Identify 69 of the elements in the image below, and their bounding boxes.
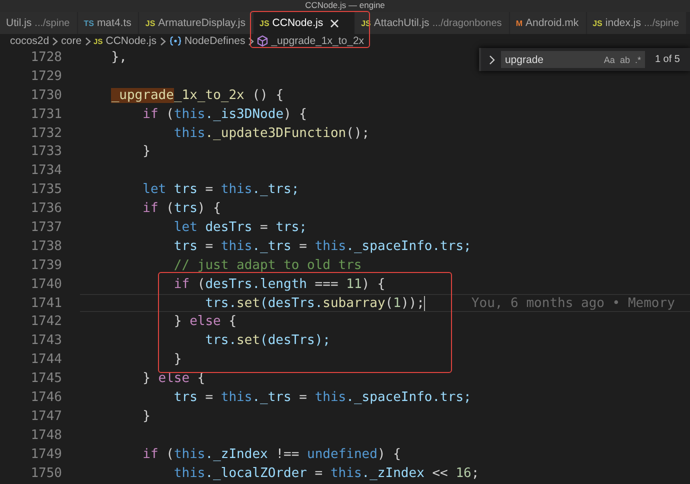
search-option-toggle[interactable]: ab [620, 54, 630, 64]
chevron-right-icon [160, 36, 166, 46]
code-line: } [172, 352, 182, 368]
line-number: 1740 [30, 276, 62, 292]
line-number: 1745 [30, 371, 62, 386]
code-line: _upgrade_1x_to_2x () { [110, 88, 284, 103]
line-number: 1737 [30, 220, 62, 235]
code-line: this._localZOrder = this._zIndex << 16; [172, 466, 480, 481]
editor-tab[interactable]: JS ArmatureDisplay.js [139, 12, 254, 34]
line-number: 1729 [30, 68, 62, 84]
code-line: if (this._zIndex !== undefined) { [142, 446, 401, 462]
line-number: 1730 [30, 88, 62, 103]
line-number: 1738 [30, 238, 62, 254]
line-number: 1750 [30, 466, 62, 481]
editor-tab[interactable]: Util.js .../spine [0, 12, 78, 34]
editor-tab[interactable]: JS CCNode.js [254, 12, 356, 34]
line-number: 1746 [30, 390, 62, 405]
chevron-right-icon [52, 36, 58, 46]
breadcrumb-item[interactable]: cocos2d [10, 35, 50, 47]
code-line: } [142, 408, 150, 424]
line-number: 1736 [30, 201, 62, 216]
chevron-right-icon [248, 36, 254, 46]
search-option-toggle[interactable]: .* [634, 54, 641, 64]
editor-tab[interactable]: TS mat4.ts [78, 12, 140, 34]
code-line: this._update3DFunction(); [172, 126, 370, 140]
code-line: trs = this._trs = this._spaceInfo.trs; [172, 238, 472, 254]
code-line: } [142, 144, 150, 160]
editor-tab[interactable]: M Android.mk [510, 12, 587, 34]
line-number: 1734 [30, 163, 62, 178]
cube-icon [257, 35, 268, 47]
line-number: 1732 [30, 126, 62, 140]
line-number: 1744 [30, 352, 62, 368]
blame-annotation: You, 6 months ago • Memory [471, 296, 675, 311]
code-line: } else { [172, 314, 237, 330]
line-number: 1733 [30, 144, 62, 160]
chevron-right-icon [84, 36, 91, 46]
text-cursor [424, 296, 426, 311]
breadcrumb-item[interactable]: NodeDefines [184, 35, 246, 47]
code-line: }, [110, 50, 127, 65]
code-line: // just adapt to old trs [172, 258, 362, 273]
search-option-toggle[interactable]: Aa [604, 54, 615, 64]
code-line: trs.set(desTrs.subarray(1)); [204, 296, 424, 311]
line-number: 1741 [30, 296, 62, 311]
code-line: if (desTrs.length === 11) { [172, 276, 386, 292]
line-number: 1731 [30, 106, 62, 122]
line-number: 1748 [30, 428, 62, 443]
match-count: 1 of 5 [654, 54, 680, 65]
line-number: 1739 [30, 258, 62, 273]
code-line: trs = this._trs = this._spaceInfo.trs; [172, 390, 472, 405]
code-line: trs.set(desTrs); [204, 333, 330, 348]
breadcrumb-item[interactable]: CCNode.js [106, 35, 157, 47]
line-number: 1735 [30, 182, 62, 198]
code-line: let desTrs = trs; [172, 220, 307, 235]
breadcrumb-item[interactable]: _upgrade_1x_to_2x [271, 35, 364, 47]
breadcrumb-item[interactable]: core [61, 35, 82, 47]
close-icon[interactable] [330, 18, 340, 28]
find-input[interactable]: upgrade Aa ab .* [500, 51, 645, 68]
code-line: if (this._is3DNode) { [142, 106, 308, 122]
line-number: 1742 [30, 314, 62, 330]
line-number: 1728 [30, 50, 62, 65]
braces-icon [168, 36, 182, 46]
line-number: 1749 [30, 446, 62, 462]
code-line: let trs = this._trs; [142, 182, 300, 198]
editor-tab[interactable]: JS index.js .../spine [586, 12, 688, 34]
line-number: 1743 [30, 333, 62, 348]
code-line: if (trs) { [142, 201, 221, 216]
chevron-right-icon[interactable] [488, 54, 495, 64]
line-number: 1747 [30, 408, 62, 424]
window-title: CCNode.js — engine [305, 0, 385, 10]
